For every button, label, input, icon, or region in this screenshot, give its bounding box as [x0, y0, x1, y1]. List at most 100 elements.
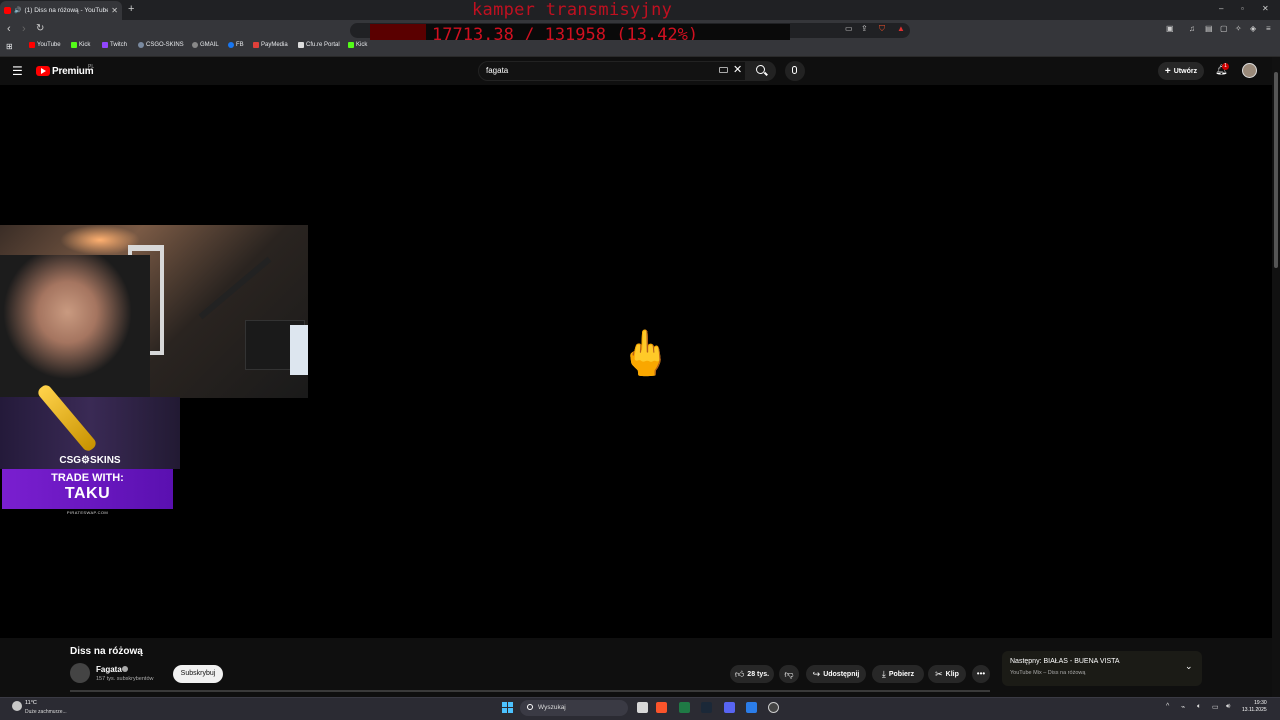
- subscriber-count: 157 tys. subskrybentów: [96, 676, 154, 682]
- youtube-logo-icon[interactable]: [36, 66, 50, 76]
- webcam-light: [290, 325, 308, 375]
- channel-name[interactable]: Fagata: [96, 665, 122, 674]
- share-page-icon[interactable]: ⇪: [861, 24, 868, 33]
- channel-avatar[interactable]: [70, 663, 90, 683]
- windows-start-icon[interactable]: [502, 702, 513, 713]
- subscribe-button[interactable]: Subskrybuj: [173, 665, 223, 683]
- music-icon[interactable]: ♫: [1189, 24, 1195, 33]
- bookmark-paymedia[interactable]: PayMedia: [253, 42, 288, 48]
- tab-title: (1) Diss na różową - YouTube: [24, 7, 109, 14]
- trade-banner-site: PIRATESWAP.COM: [66, 510, 109, 515]
- plus-icon: +: [1164, 65, 1171, 77]
- apps-grid-icon[interactable]: ⊞: [6, 42, 13, 51]
- close-window-icon[interactable]: ✕: [1262, 4, 1269, 13]
- streamer-webcam: [0, 225, 308, 398]
- create-button[interactable]: + Utwórz: [1158, 62, 1204, 80]
- bookmark-gmail[interactable]: GMAIL: [192, 42, 219, 48]
- brave-shield-icon[interactable]: ⛉: [879, 24, 885, 34]
- obs-icon[interactable]: [768, 702, 779, 713]
- like-button[interactable]: 👍︎ 28 tys.: [730, 665, 774, 683]
- bookmark-label: CSGO-SKINS: [146, 42, 184, 48]
- search-input[interactable]: [478, 61, 746, 81]
- speaker-icon[interactable]: 🔊: [14, 7, 21, 14]
- bookmark-label: FB: [236, 42, 244, 48]
- taskbar-search-icon: [527, 704, 533, 710]
- network-icon[interactable]: ⌁: [1181, 703, 1185, 711]
- maximize-icon[interactable]: ▫: [1241, 4, 1244, 13]
- bookmark-kick-2[interactable]: Kick: [348, 42, 367, 48]
- close-tab-icon[interactable]: ✕: [111, 6, 118, 15]
- account-avatar[interactable]: [1242, 63, 1257, 78]
- twitch-bookmark-icon: [102, 42, 108, 48]
- chevron-down-icon[interactable]: ⌄: [1185, 661, 1193, 672]
- more-actions-icon[interactable]: •••: [972, 665, 990, 683]
- browser-tab[interactable]: 🔊 (1) Diss na różową - YouTube ✕: [0, 1, 122, 20]
- page-divider: [70, 690, 990, 692]
- notepad-icon[interactable]: [746, 702, 757, 713]
- discord-icon[interactable]: [724, 702, 735, 713]
- bookmark-youtube[interactable]: YouTube: [29, 42, 61, 48]
- wallet-icon[interactable]: ▢: [1220, 24, 1228, 33]
- bookmark-label: Kick: [356, 42, 368, 48]
- new-tab-button[interactable]: +: [128, 3, 134, 15]
- create-label: Utwórz: [1173, 67, 1198, 75]
- like-count: 28 tys.: [747, 670, 770, 678]
- clear-search-icon[interactable]: ✕: [733, 63, 742, 76]
- share-button[interactable]: ↪ Udostępnij: [806, 665, 866, 683]
- scrollbar-thumb[interactable]: [1274, 72, 1278, 268]
- display-icon[interactable]: ▭: [1212, 703, 1219, 711]
- up-next-title[interactable]: Następny: BIAŁAS - BUENA VISTA: [1010, 658, 1120, 665]
- up-next-panel[interactable]: [1002, 651, 1202, 686]
- show-hidden-icons-icon[interactable]: ^: [1166, 703, 1169, 710]
- hamburger-menu-icon[interactable]: ☰: [12, 64, 23, 78]
- back-icon[interactable]: ‹: [7, 23, 11, 35]
- search-icon[interactable]: [756, 65, 765, 74]
- up-next-subtitle: YouTube Mix – Diss na różową: [1010, 670, 1086, 676]
- weather-description[interactable]: Duże zachmurze...: [25, 709, 67, 715]
- weather-icon[interactable]: [12, 701, 22, 711]
- keyboard-icon[interactable]: [719, 67, 728, 73]
- brave-browser-icon[interactable]: [656, 702, 667, 713]
- bookmark-kick[interactable]: Kick: [71, 42, 90, 48]
- taskbar-search-input[interactable]: [520, 700, 628, 716]
- cast-icon[interactable]: ▭: [845, 24, 853, 33]
- forward-icon[interactable]: ›: [22, 23, 26, 35]
- kick-bookmark-icon: [71, 42, 77, 48]
- overlay-title: kamper transmisyjny: [472, 0, 673, 20]
- sidebar-icon[interactable]: ▤: [1205, 24, 1213, 33]
- download-button[interactable]: ⤓ Pobierz: [872, 665, 924, 683]
- clock-date: 13.11.2025: [1242, 707, 1267, 713]
- excel-icon[interactable]: [679, 702, 690, 713]
- bookmark-label: Kick: [79, 42, 91, 48]
- search-input-value[interactable]: fagata: [486, 66, 508, 75]
- gmail-bookmark-icon: [192, 42, 198, 48]
- bookmark-csgo-skins[interactable]: CSGO-SKINS: [138, 42, 184, 48]
- reload-icon[interactable]: ↻: [36, 23, 44, 34]
- download-label: Pobierz: [888, 670, 915, 678]
- rewards-icon[interactable]: ▲: [897, 24, 905, 33]
- file-explorer-icon[interactable]: [637, 702, 648, 713]
- kick-bookmark-icon: [348, 42, 354, 48]
- volume-icon[interactable]: 🔊︎: [1226, 703, 1230, 711]
- dislike-button[interactable]: 👎︎: [779, 665, 799, 683]
- webcam-streamer: [0, 255, 150, 398]
- clock-time: 19:30: [1254, 700, 1267, 706]
- trade-banner-line2: TAKU: [64, 485, 111, 502]
- screenshot-icon[interactable]: ▣: [1166, 24, 1174, 33]
- weather-temperature[interactable]: 11°C: [25, 700, 37, 706]
- vpn-icon[interactable]: ◈: [1250, 24, 1256, 33]
- minimize-icon[interactable]: –: [1219, 4, 1223, 13]
- steam-icon[interactable]: [701, 702, 712, 713]
- menu-icon[interactable]: ≡: [1266, 24, 1271, 33]
- thumbs-up-icon: 👍︎: [734, 668, 745, 679]
- bookmark-cfure-portal[interactable]: Cfu.re Portal: [298, 42, 340, 48]
- clock[interactable]: 19:30 13.11.2025: [1242, 700, 1267, 714]
- taskbar-search-placeholder[interactable]: Wyszukaj: [538, 704, 566, 711]
- clip-button[interactable]: ✂ Klip: [928, 665, 966, 683]
- speaker-tray-icon[interactable]: 🔈︎: [1197, 703, 1201, 711]
- download-icon: ⤓: [881, 668, 886, 679]
- bookmark-fb[interactable]: FB: [228, 42, 244, 48]
- microphone-icon[interactable]: [792, 66, 797, 74]
- extensions-icon[interactable]: ✧: [1235, 24, 1242, 33]
- bookmark-twitch[interactable]: Twitch: [102, 42, 127, 48]
